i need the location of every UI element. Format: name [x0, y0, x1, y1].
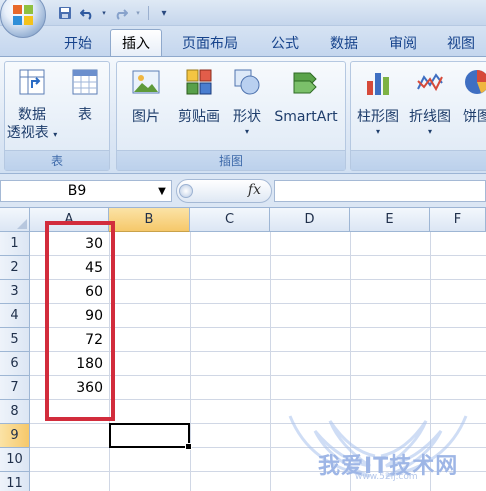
column-header-d[interactable]: D — [270, 208, 350, 232]
column-chart-icon — [362, 66, 394, 98]
redo-icon[interactable] — [112, 4, 130, 22]
annotation-highlight-box — [45, 221, 115, 421]
table-label: 表 — [78, 107, 92, 123]
group-charts: 柱形图 ▾ 折线图 ▾ 饼图 — [350, 61, 486, 171]
column-header-e[interactable]: E — [350, 208, 430, 232]
row-header-7[interactable]: 7 — [0, 376, 30, 400]
group-tables-label: 表 — [5, 150, 109, 170]
tab-page-layout[interactable]: 页面布局 — [170, 29, 250, 56]
group-tables: 数据 透视表 ▾ 表 表 — [4, 61, 110, 171]
tab-insert[interactable]: 插入 — [110, 29, 162, 56]
watermark-url: www.52ij.com — [355, 472, 418, 482]
line-chart-icon — [414, 66, 446, 98]
ribbon-tabs: 开始 插入 页面布局 公式 数据 审阅 视图 — [0, 26, 486, 56]
smartart-label: SmartArt — [274, 109, 338, 125]
customize-qat-icon[interactable]: ▾ — [155, 4, 173, 22]
pivot-table-button[interactable]: 数据 透视表 ▾ — [5, 66, 59, 144]
table-button[interactable]: 表 — [63, 66, 107, 124]
row-header-6[interactable]: 6 — [0, 352, 30, 376]
undo-dropdown-icon[interactable]: ▾ — [100, 4, 108, 22]
formula-bar: B9 ▼ fx — [0, 174, 486, 208]
row-header-5[interactable]: 5 — [0, 328, 30, 352]
line-chart-label: 折线图 ▾ — [409, 109, 451, 136]
qat-separator — [148, 6, 149, 20]
pivot-table-icon — [16, 66, 48, 98]
redo-dropdown-icon[interactable]: ▾ — [134, 4, 142, 22]
group-illustrations: 图片 剪贴画 形状 ▾ SmartArt 插图 — [116, 61, 346, 171]
select-all-button[interactable] — [0, 208, 30, 232]
picture-label: 图片 — [132, 109, 160, 125]
save-icon[interactable] — [56, 4, 74, 22]
shapes-icon — [231, 66, 263, 98]
picture-button[interactable]: 图片 — [123, 66, 169, 126]
formula-input[interactable] — [274, 180, 486, 202]
shapes-button[interactable]: 形状 ▾ — [225, 66, 269, 138]
office-logo-icon — [13, 5, 33, 25]
row-header-11[interactable]: 11 — [0, 472, 30, 491]
row-header-3[interactable]: 3 — [0, 280, 30, 304]
shapes-label: 形状 ▾ — [233, 109, 261, 136]
gridline — [190, 232, 191, 491]
group-charts-label — [351, 150, 486, 170]
row-header-4[interactable]: 4 — [0, 304, 30, 328]
table-icon — [69, 66, 101, 98]
chevron-down-icon[interactable]: ▼ — [153, 186, 171, 197]
column-header-b[interactable]: B — [109, 208, 190, 232]
smartart-icon — [290, 66, 322, 98]
tab-formulas[interactable]: 公式 — [260, 29, 310, 56]
clip-art-button[interactable]: 剪贴画 — [171, 66, 227, 126]
undo-icon[interactable] — [78, 4, 96, 22]
row-header-2[interactable]: 2 — [0, 256, 30, 280]
row-header-8[interactable]: 8 — [0, 400, 30, 424]
pie-chart-label: 饼图 — [463, 109, 486, 125]
row-header-9[interactable]: 9 — [0, 424, 30, 448]
pie-chart-button[interactable]: 饼图 — [457, 66, 486, 126]
clip-art-label: 剪贴画 — [178, 109, 220, 125]
tab-view[interactable]: 视图 — [436, 29, 486, 56]
row-header-1[interactable]: 1 — [0, 232, 30, 256]
column-chart-label: 柱形图 ▾ — [357, 109, 399, 136]
column-header-c[interactable]: C — [190, 208, 270, 232]
name-box[interactable]: B9 ▼ — [0, 180, 172, 202]
title-bar: ▾ ▾ ▾ — [0, 0, 486, 38]
clip-art-icon — [183, 66, 215, 98]
tab-home[interactable]: 开始 — [52, 29, 104, 56]
tab-review[interactable]: 审阅 — [378, 29, 428, 56]
active-cell-b9[interactable] — [109, 423, 192, 450]
pivot-table-label: 数据 透视表 ▾ — [6, 107, 58, 141]
column-chart-button[interactable]: 柱形图 ▾ — [353, 66, 403, 138]
fx-bar-control: fx — [176, 179, 272, 203]
ribbon: 数据 透视表 ▾ 表 表 图片 剪贴画 形状 ▾ SmartArt 插图 柱形图… — [0, 56, 486, 174]
insert-function-button[interactable]: fx — [248, 182, 261, 198]
expand-handle-icon[interactable] — [179, 184, 193, 198]
line-chart-button[interactable]: 折线图 ▾ — [405, 66, 455, 138]
pie-chart-icon — [461, 66, 486, 98]
group-illustrations-label: 插图 — [117, 150, 345, 170]
row-header-10[interactable]: 10 — [0, 448, 30, 472]
picture-icon — [130, 66, 162, 98]
smartart-button[interactable]: SmartArt — [267, 66, 345, 126]
quick-access-toolbar: ▾ ▾ ▾ — [56, 3, 173, 23]
tab-data[interactable]: 数据 — [318, 29, 370, 56]
column-header-f[interactable]: F — [430, 208, 486, 232]
name-box-value: B9 — [67, 183, 87, 199]
